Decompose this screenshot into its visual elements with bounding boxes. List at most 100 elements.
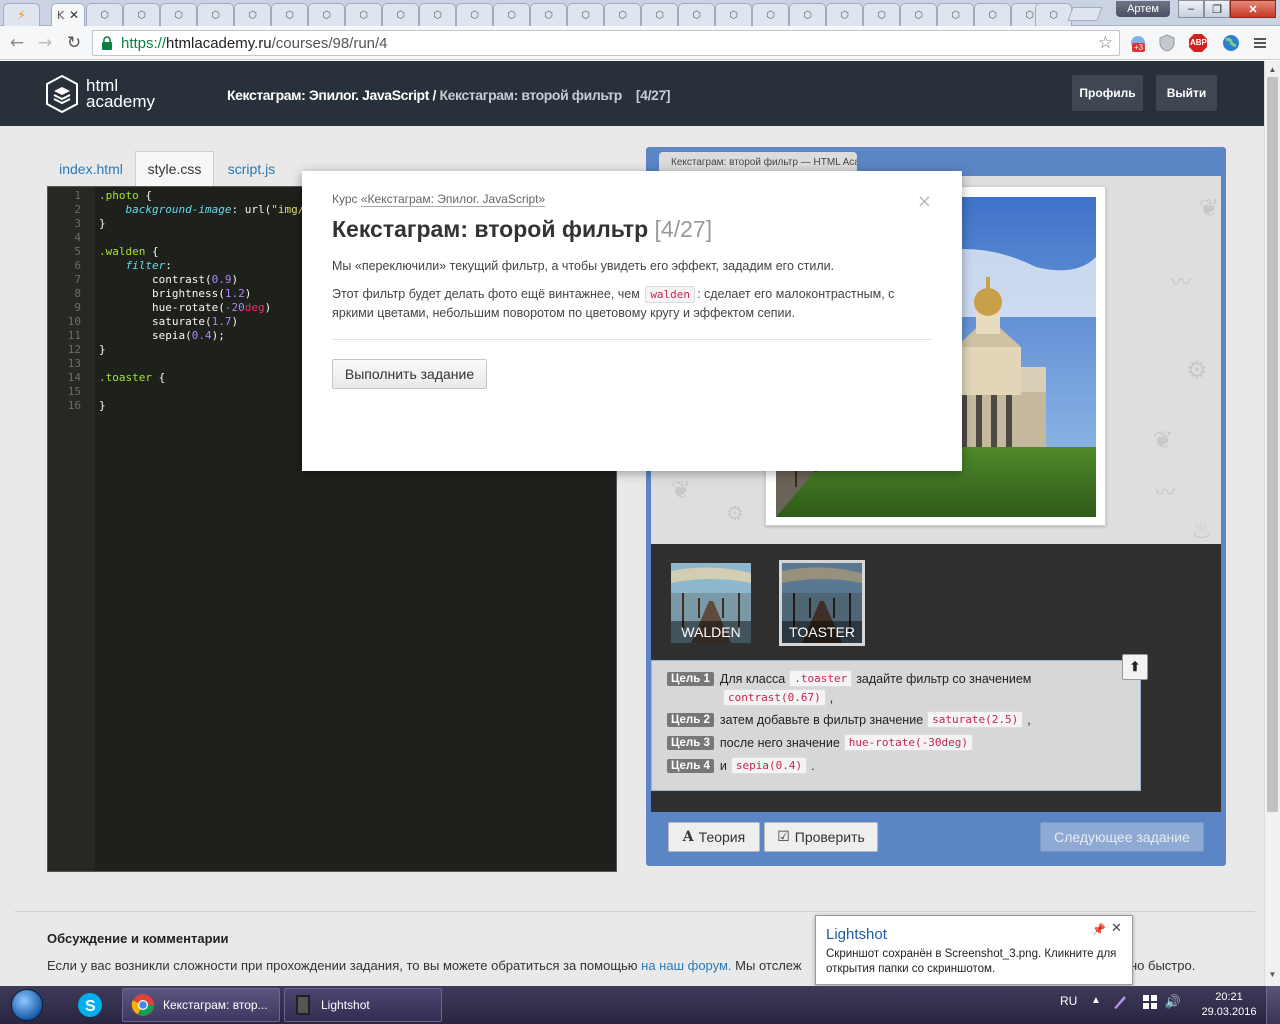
tab-script-js[interactable]: script.js bbox=[214, 151, 289, 186]
browser-tab[interactable]: ⬡ bbox=[789, 3, 826, 26]
browser-tab-active[interactable]: K ✕ bbox=[51, 3, 85, 26]
filter-toaster[interactable]: TOASTER bbox=[779, 560, 865, 646]
browser-tab[interactable]: ⬡ bbox=[715, 3, 752, 26]
back-icon[interactable]: ← bbox=[6, 32, 28, 54]
code-line[interactable]: hue-rotate(-20deg) bbox=[99, 301, 271, 314]
start-button[interactable] bbox=[4, 986, 50, 1024]
extension-icon[interactable]: +3 bbox=[1128, 33, 1148, 53]
goal-1: Цель 1 Для класса .toaster задайте фильт… bbox=[667, 670, 1031, 687]
leaf-doodle-icon: ❦ bbox=[1153, 426, 1174, 454]
code-line[interactable]: contrast(0.9) bbox=[99, 273, 238, 286]
browser-tab[interactable]: ⬡ bbox=[271, 3, 308, 26]
tray-expand-icon[interactable]: ▲ bbox=[1091, 995, 1101, 1006]
filter-walden[interactable]: WALDEN bbox=[671, 563, 751, 643]
code-line[interactable]: .walden { bbox=[99, 245, 159, 258]
browser-tab[interactable]: ⬡ bbox=[1035, 3, 1072, 26]
new-tab-button[interactable] bbox=[1067, 7, 1103, 21]
browser-tab[interactable]: ⬡ bbox=[974, 3, 1011, 26]
browser-tab[interactable]: ⬡ bbox=[419, 3, 456, 26]
academy-favicon-icon: ⬡ bbox=[803, 9, 812, 21]
browser-tab[interactable]: ⬡ bbox=[308, 3, 345, 26]
address-bar[interactable]: https://htmlacademy.ru/courses/98/run/4 … bbox=[92, 30, 1120, 56]
check-button[interactable]: ☑ Проверить bbox=[764, 822, 878, 852]
close-tab-icon[interactable]: ✕ bbox=[69, 8, 79, 22]
browser-tab[interactable]: ⬡ bbox=[160, 3, 197, 26]
close-icon[interactable]: × bbox=[917, 191, 932, 212]
browser-tab[interactable]: ⬡ bbox=[752, 3, 789, 26]
minimize-button[interactable]: – bbox=[1178, 0, 1204, 18]
start-task-button[interactable]: Выполнить задание bbox=[332, 359, 487, 389]
goal-code: sepia(0.4) bbox=[730, 757, 808, 774]
task-modal: × Курс «Кекстаграм: Эпилог. JavaScript» … bbox=[302, 171, 962, 471]
tab-style-css[interactable]: style.css bbox=[135, 151, 214, 186]
active-tab-title: K bbox=[57, 8, 65, 22]
browser-tab[interactable]: ⬡ bbox=[678, 3, 715, 26]
globe-icon[interactable] bbox=[1221, 33, 1241, 53]
code-line[interactable]: brightness(1.2) bbox=[99, 287, 251, 300]
browser-tab[interactable]: ⬡ bbox=[530, 3, 567, 26]
browser-tab[interactable]: ⚡ bbox=[3, 3, 40, 26]
scroll-down-arrow-icon[interactable]: ▼ bbox=[1265, 966, 1280, 982]
code-line[interactable]: filter: bbox=[99, 259, 172, 272]
show-desktop-button[interactable] bbox=[1266, 986, 1280, 1024]
skype-icon[interactable]: S bbox=[66, 988, 114, 1022]
shield-icon[interactable] bbox=[1157, 33, 1177, 53]
code-line[interactable]: background-image: url("img/ bbox=[99, 203, 305, 216]
browser-tab[interactable]: ⬡ bbox=[234, 3, 271, 26]
language-indicator[interactable]: RU bbox=[1060, 994, 1077, 1008]
code-line[interactable]: saturate(1.7) bbox=[99, 315, 238, 328]
scrollbar-thumb[interactable] bbox=[1267, 77, 1278, 812]
forward-icon[interactable]: → bbox=[34, 32, 56, 54]
browser-tab[interactable]: ⬡ bbox=[604, 3, 641, 26]
network-icon[interactable] bbox=[1141, 993, 1159, 1011]
breadcrumb-course[interactable]: Кекстаграм: Эпилог. JavaScript bbox=[227, 87, 429, 103]
reload-icon[interactable]: ↻ bbox=[63, 32, 85, 54]
taskbar-lightshot-window[interactable]: Lightshot bbox=[284, 988, 442, 1022]
lightshot-tray-icon[interactable] bbox=[1111, 993, 1129, 1011]
restore-button[interactable]: ❐ bbox=[1204, 0, 1230, 18]
code-line[interactable]: sepia(0.4); bbox=[99, 329, 225, 342]
next-task-button[interactable]: Следующее задание bbox=[1040, 822, 1204, 852]
line-number: 8 bbox=[74, 287, 81, 300]
browser-tab[interactable]: ⬡ bbox=[86, 3, 123, 26]
profile-badge[interactable]: Артем bbox=[1116, 1, 1170, 17]
clock[interactable]: 20:21 29.03.2016 bbox=[1196, 990, 1262, 1020]
page-scrollbar[interactable]: ▲ ▼ bbox=[1264, 61, 1280, 986]
code-line[interactable]: } bbox=[99, 343, 106, 356]
theory-button[interactable]: A Теория bbox=[668, 822, 760, 852]
browser-tab[interactable]: ⬡ bbox=[641, 3, 678, 26]
browser-tab[interactable]: ⬡ bbox=[197, 3, 234, 26]
browser-tab[interactable]: ⬡ bbox=[937, 3, 974, 26]
close-icon[interactable]: ✕ bbox=[1111, 921, 1122, 936]
close-window-button[interactable]: ✕ bbox=[1230, 0, 1276, 18]
code-line[interactable]: } bbox=[99, 217, 106, 230]
site-logo[interactable]: html academy bbox=[46, 75, 155, 113]
goal-4: Цель 4 и sepia(0.4) . bbox=[667, 757, 815, 774]
collapse-goals-icon[interactable]: ⬆ bbox=[1122, 654, 1148, 680]
tab-index-html[interactable]: index.html bbox=[47, 151, 135, 186]
browser-tab[interactable]: ⬡ bbox=[382, 3, 419, 26]
profile-button[interactable]: Профиль bbox=[1072, 75, 1143, 111]
code-line[interactable]: .photo { bbox=[99, 189, 152, 202]
pin-icon[interactable]: 📌 bbox=[1092, 923, 1106, 936]
browser-tab[interactable]: ⬡ bbox=[567, 3, 604, 26]
browser-tab[interactable]: ⬡ bbox=[826, 3, 863, 26]
logout-button[interactable]: Выйти bbox=[1156, 75, 1217, 111]
code-line[interactable]: } bbox=[99, 399, 106, 412]
browser-tab[interactable]: ⬡ bbox=[123, 3, 160, 26]
taskbar-chrome-window[interactable]: Кекстаграм: втор... bbox=[122, 988, 280, 1022]
course-link[interactable]: «Кекстаграм: Эпилог. JavaScript» bbox=[360, 192, 546, 207]
lightshot-notification[interactable]: Lightshot 📌 ✕ Скриншот сохранён в Screen… bbox=[815, 915, 1133, 985]
browser-tab[interactable]: ⬡ bbox=[493, 3, 530, 26]
browser-tab[interactable]: ⬡ bbox=[863, 3, 900, 26]
bookmark-star-icon[interactable]: ☆ bbox=[1098, 33, 1113, 53]
menu-icon[interactable] bbox=[1250, 33, 1270, 53]
browser-tab[interactable]: ⬡ bbox=[456, 3, 493, 26]
forum-link[interactable]: на наш форум. bbox=[641, 958, 731, 973]
volume-icon[interactable]: 🔊 bbox=[1164, 993, 1182, 1011]
code-line[interactable]: .toaster { bbox=[99, 371, 165, 384]
browser-tab[interactable]: ⬡ bbox=[345, 3, 382, 26]
scroll-up-arrow-icon[interactable]: ▲ bbox=[1265, 61, 1280, 77]
adblock-icon[interactable]: ABP bbox=[1188, 33, 1208, 53]
browser-tab[interactable]: ⬡ bbox=[900, 3, 937, 26]
